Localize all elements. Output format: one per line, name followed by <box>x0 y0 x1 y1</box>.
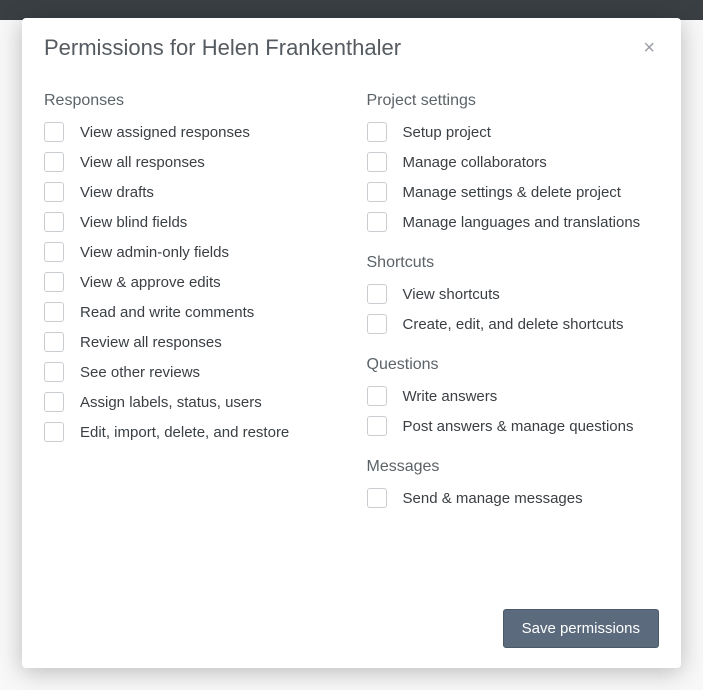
close-icon[interactable]: × <box>639 34 659 62</box>
permission-row-see-other-reviews: See other reviews <box>44 362 337 382</box>
background-topbar <box>0 0 703 20</box>
checkbox-view-all-responses[interactable] <box>44 152 64 172</box>
permission-label: Manage settings & delete project <box>403 184 621 201</box>
permission-row-post-answers-manage-questions: Post answers & manage questions <box>367 416 660 436</box>
checkbox-assign-labels-status-users[interactable] <box>44 392 64 412</box>
permission-label: Review all responses <box>80 334 222 351</box>
permission-row-view-drafts: View drafts <box>44 182 337 202</box>
permissions-modal: Permissions for Helen Frankenthaler × Re… <box>22 18 681 668</box>
checkbox-read-and-write-comments[interactable] <box>44 302 64 322</box>
permission-label: Edit, import, delete, and restore <box>80 424 289 441</box>
responses-list: View assigned responses View all response… <box>44 122 337 442</box>
section-shortcuts: Shortcuts View shortcuts Create, edit, an… <box>367 254 660 334</box>
permission-label: Send & manage messages <box>403 490 583 507</box>
modal-title: Permissions for Helen Frankenthaler <box>44 35 401 61</box>
permission-row-view-admin-only-fields: View admin-only fields <box>44 242 337 262</box>
section-responses: Responses View assigned responses View al… <box>44 92 337 442</box>
permission-row-send-manage-messages: Send & manage messages <box>367 488 660 508</box>
permission-row-review-all-responses: Review all responses <box>44 332 337 352</box>
checkbox-view-approve-edits[interactable] <box>44 272 64 292</box>
checkbox-review-all-responses[interactable] <box>44 332 64 352</box>
section-title-questions: Questions <box>367 356 660 374</box>
permission-label: Manage languages and translations <box>403 214 641 231</box>
shortcuts-list: View shortcuts Create, edit, and delete s… <box>367 284 660 334</box>
permission-row-manage-settings-delete-project: Manage settings & delete project <box>367 182 660 202</box>
checkbox-setup-project[interactable] <box>367 122 387 142</box>
permission-label: Assign labels, status, users <box>80 394 262 411</box>
column-right: Project settings Setup project Manage col… <box>367 92 660 585</box>
permission-row-setup-project: Setup project <box>367 122 660 142</box>
permission-label: Post answers & manage questions <box>403 418 634 435</box>
permission-label: View all responses <box>80 154 205 171</box>
permission-label: Write answers <box>403 388 498 405</box>
checkbox-edit-import-delete-and-restore[interactable] <box>44 422 64 442</box>
permission-row-view-approve-edits: View & approve edits <box>44 272 337 292</box>
section-project-settings: Project settings Setup project Manage col… <box>367 92 660 232</box>
checkbox-view-assigned-responses[interactable] <box>44 122 64 142</box>
column-left: Responses View assigned responses View al… <box>44 92 337 585</box>
section-title-shortcuts: Shortcuts <box>367 254 660 272</box>
questions-list: Write answers Post answers & manage quest… <box>367 386 660 436</box>
permission-row-view-all-responses: View all responses <box>44 152 337 172</box>
permission-row-view-assigned-responses: View assigned responses <box>44 122 337 142</box>
checkbox-send-manage-messages[interactable] <box>367 488 387 508</box>
modal-header: Permissions for Helen Frankenthaler × <box>22 18 681 72</box>
checkbox-view-admin-only-fields[interactable] <box>44 242 64 262</box>
permission-label: View shortcuts <box>403 286 500 303</box>
permission-label: View drafts <box>80 184 154 201</box>
checkbox-manage-settings-delete-project[interactable] <box>367 182 387 202</box>
permission-label: Read and write comments <box>80 304 254 321</box>
project-settings-list: Setup project Manage collaborators Manage … <box>367 122 660 232</box>
checkbox-view-drafts[interactable] <box>44 182 64 202</box>
checkbox-view-blind-fields[interactable] <box>44 212 64 232</box>
section-messages: Messages Send & manage messages <box>367 458 660 508</box>
permission-row-edit-import-delete-and-restore: Edit, import, delete, and restore <box>44 422 337 442</box>
checkbox-see-other-reviews[interactable] <box>44 362 64 382</box>
permission-label: View admin-only fields <box>80 244 229 261</box>
permission-row-write-answers: Write answers <box>367 386 660 406</box>
permission-label: View & approve edits <box>80 274 221 291</box>
checkbox-manage-languages-and-translations[interactable] <box>367 212 387 232</box>
permission-row-assign-labels-status-users: Assign labels, status, users <box>44 392 337 412</box>
messages-list: Send & manage messages <box>367 488 660 508</box>
section-title-responses: Responses <box>44 92 337 110</box>
modal-body: Responses View assigned responses View al… <box>22 72 681 595</box>
permission-row-manage-collaborators: Manage collaborators <box>367 152 660 172</box>
checkbox-create-edit-and-delete-shortcuts[interactable] <box>367 314 387 334</box>
section-title-messages: Messages <box>367 458 660 476</box>
checkbox-post-answers-manage-questions[interactable] <box>367 416 387 436</box>
permission-row-create-edit-and-delete-shortcuts: Create, edit, and delete shortcuts <box>367 314 660 334</box>
permission-row-read-and-write-comments: Read and write comments <box>44 302 337 322</box>
permission-label: Create, edit, and delete shortcuts <box>403 316 624 333</box>
checkbox-view-shortcuts[interactable] <box>367 284 387 304</box>
modal-footer: Save permissions <box>22 595 681 668</box>
section-questions: Questions Write answers Post answers & ma… <box>367 356 660 436</box>
save-permissions-button[interactable]: Save permissions <box>503 609 659 648</box>
permission-row-view-blind-fields: View blind fields <box>44 212 337 232</box>
permission-label: View blind fields <box>80 214 187 231</box>
permission-label: View assigned responses <box>80 124 250 141</box>
checkbox-manage-collaborators[interactable] <box>367 152 387 172</box>
permission-label: See other reviews <box>80 364 200 381</box>
permission-label: Setup project <box>403 124 491 141</box>
permission-row-manage-languages-and-translations: Manage languages and translations <box>367 212 660 232</box>
permission-label: Manage collaborators <box>403 154 547 171</box>
permission-row-view-shortcuts: View shortcuts <box>367 284 660 304</box>
section-title-project-settings: Project settings <box>367 92 660 110</box>
checkbox-write-answers[interactable] <box>367 386 387 406</box>
